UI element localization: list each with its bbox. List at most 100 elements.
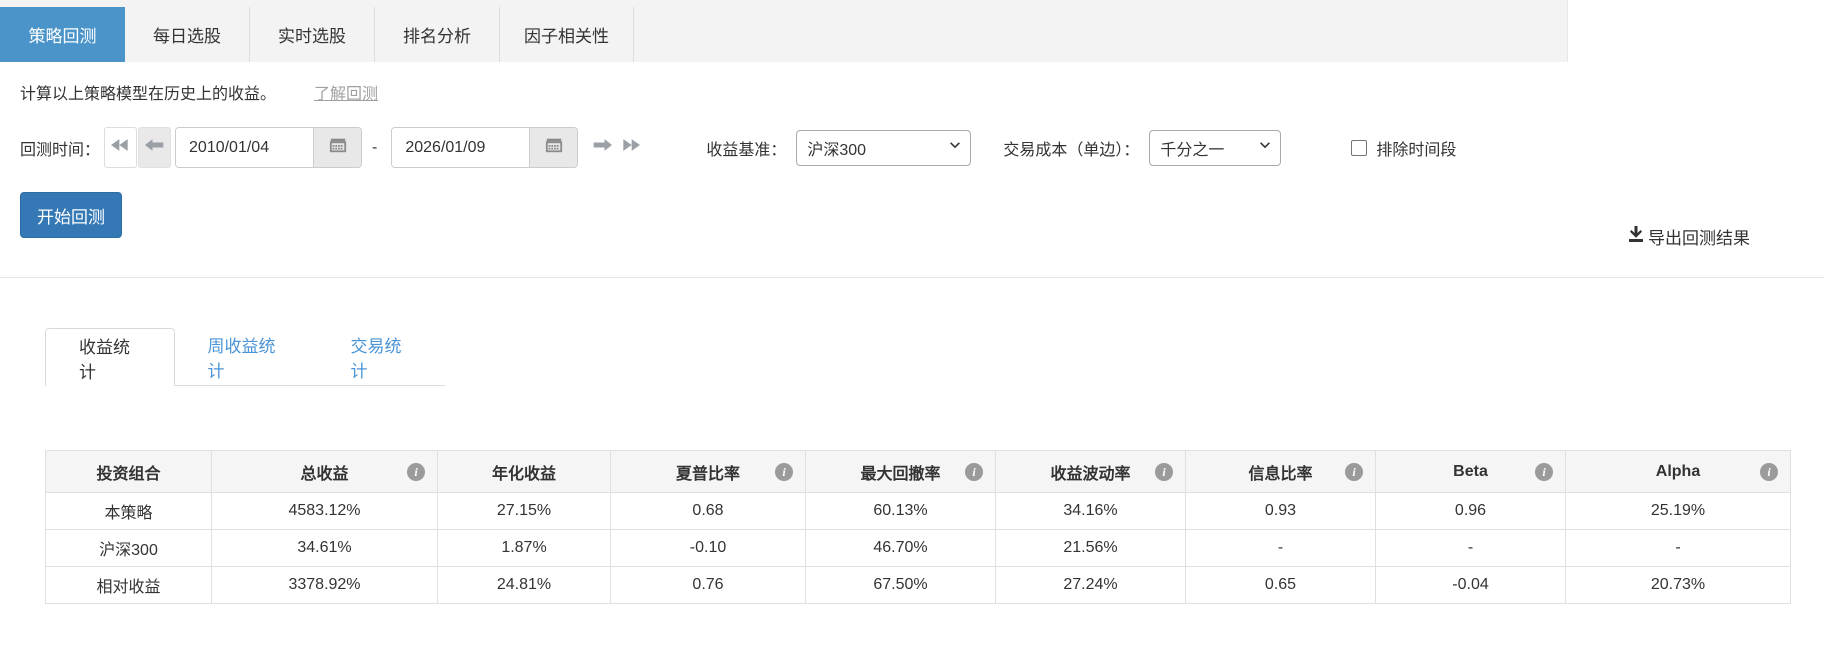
- table-cell: 本策略: [46, 493, 212, 530]
- main-tab-1[interactable]: 每日选股: [125, 7, 250, 62]
- main-tabbar: 策略回测每日选股实时选股排名分析因子相关性: [0, 0, 1568, 62]
- table-cell: 4583.12%: [212, 493, 438, 530]
- table-cell: 相对收益: [46, 567, 212, 604]
- table-cell: 25.19%: [1566, 493, 1791, 530]
- right-arrow-icon: [592, 137, 612, 158]
- info-icon[interactable]: i: [965, 463, 983, 481]
- table-cell: 0.76: [611, 567, 806, 604]
- table-cell: 沪深300: [46, 530, 212, 567]
- info-icon[interactable]: i: [775, 463, 793, 481]
- start-date-group: 2010/01/04: [175, 127, 362, 168]
- calendar-icon: [329, 136, 347, 159]
- date-range-separator: -: [372, 139, 377, 157]
- stats-header-label: 年化收益: [492, 466, 556, 483]
- chevron-down-icon: [1258, 138, 1272, 157]
- main-tab-0[interactable]: 策略回测: [0, 7, 125, 62]
- table-cell: 34.16%: [996, 493, 1186, 530]
- benchmark-label: 收益基准：: [706, 136, 786, 160]
- jump-to-end-button[interactable]: [618, 127, 642, 168]
- main-tab-3[interactable]: 排名分析: [375, 7, 500, 62]
- table-row: 相对收益3378.92%24.81%0.7667.50%27.24%0.65-0…: [46, 567, 1791, 604]
- info-icon[interactable]: i: [407, 463, 425, 481]
- stats-header-cell: 总收益 i: [212, 451, 438, 493]
- stats-header-label: 投资组合: [96, 466, 160, 483]
- backtest-controls-row: 回测时间： 2010/01/04 - 2026/01/09: [20, 127, 1456, 168]
- main-tab-4[interactable]: 因子相关性: [500, 7, 634, 62]
- jump-to-start-button[interactable]: [104, 127, 137, 168]
- table-cell: 46.70%: [806, 530, 996, 567]
- backtest-time-label: 回测时间：: [20, 136, 100, 160]
- result-tabbar: 收益统计周收益统计交易统计: [45, 328, 445, 386]
- stats-header-row: 投资组合总收益i年化收益夏普比率i最大回撤率i收益波动率i信息比率iBetaiA…: [46, 451, 1791, 493]
- exclude-period-label: 排除时间段: [1376, 136, 1456, 160]
- info-icon[interactable]: i: [1535, 463, 1553, 481]
- stats-header-cell: 夏普比率 i: [611, 451, 806, 493]
- stats-header-cell: 最大回撤率 i: [806, 451, 996, 493]
- start-date-input[interactable]: 2010/01/04: [176, 128, 313, 167]
- table-cell: 34.61%: [212, 530, 438, 567]
- info-icon[interactable]: i: [1760, 463, 1778, 481]
- stats-header-cell: 投资组合: [46, 451, 212, 493]
- result-tab-2[interactable]: 交易统计: [317, 328, 445, 385]
- stats-header-label: 夏普比率: [676, 466, 740, 483]
- stats-header-label: Alpha: [1656, 463, 1700, 480]
- result-tab-1[interactable]: 周收益统计: [175, 328, 318, 385]
- info-icon[interactable]: i: [1345, 463, 1363, 481]
- exclude-period-checkbox[interactable]: [1351, 140, 1367, 156]
- table-cell: -: [1566, 530, 1791, 567]
- table-cell: -0.04: [1376, 567, 1566, 604]
- table-cell: -: [1186, 530, 1376, 567]
- stats-header-cell: Betai: [1376, 451, 1566, 493]
- stats-header-label: 信息比率: [1248, 466, 1312, 483]
- stats-table-head: 投资组合总收益i年化收益夏普比率i最大回撤率i收益波动率i信息比率iBetaiA…: [46, 451, 1791, 493]
- table-cell: 3378.92%: [212, 567, 438, 604]
- stats-header-label: 收益波动率: [1050, 466, 1130, 483]
- stats-header-label: 总收益: [300, 466, 348, 483]
- end-date-calendar-button[interactable]: [529, 128, 577, 167]
- stats-table-body: 本策略4583.12%27.15%0.6860.13%34.16%0.930.9…: [46, 493, 1791, 604]
- chevron-down-icon: [948, 138, 962, 157]
- table-row: 本策略4583.12%27.15%0.6860.13%34.16%0.930.9…: [46, 493, 1791, 530]
- table-cell: 20.73%: [1566, 567, 1791, 604]
- table-cell: 0.96: [1376, 493, 1566, 530]
- stats-header-cell: Alpha i: [1566, 451, 1791, 493]
- calendar-icon: [545, 136, 563, 159]
- step-back-button[interactable]: [138, 127, 171, 168]
- table-cell: 21.56%: [996, 530, 1186, 567]
- table-cell: 27.15%: [438, 493, 611, 530]
- run-backtest-button[interactable]: 开始回测: [20, 192, 122, 238]
- table-cell: 0.65: [1186, 567, 1376, 604]
- step-forward-button[interactable]: [590, 127, 614, 168]
- description-text: 计算以上策略模型在历史上的收益。: [20, 80, 276, 104]
- cost-selected-value: 千分之一: [1160, 136, 1224, 160]
- table-cell: 24.81%: [438, 567, 611, 604]
- benchmark-selected-value: 沪深300: [807, 136, 866, 160]
- description-row: 计算以上策略模型在历史上的收益。 了解回测: [20, 80, 378, 104]
- section-divider: [0, 277, 1824, 278]
- export-results-label: 导出回测结果: [1648, 224, 1750, 249]
- stats-table: 投资组合总收益i年化收益夏普比率i最大回撤率i收益波动率i信息比率iBetaiA…: [45, 450, 1791, 604]
- main-tab-2[interactable]: 实时选股: [250, 7, 375, 62]
- double-right-icon: [620, 137, 640, 158]
- stats-header-cell: 年化收益: [438, 451, 611, 493]
- end-date-input[interactable]: 2026/01/09: [392, 128, 529, 167]
- learn-backtest-link[interactable]: 了解回测: [314, 80, 378, 104]
- table-cell: -0.10: [611, 530, 806, 567]
- benchmark-select[interactable]: 沪深300: [796, 130, 971, 166]
- cost-label: 交易成本（单边）：: [1003, 136, 1139, 160]
- table-cell: 27.24%: [996, 567, 1186, 604]
- info-icon[interactable]: i: [1155, 463, 1173, 481]
- stats-header-cell: 收益波动率 i: [996, 451, 1186, 493]
- double-left-icon: [111, 137, 131, 158]
- stats-header-cell: 信息比率 i: [1186, 451, 1376, 493]
- result-tab-0[interactable]: 收益统计: [45, 328, 175, 386]
- table-cell: 1.87%: [438, 530, 611, 567]
- left-arrow-icon: [145, 137, 165, 158]
- table-cell: -: [1376, 530, 1566, 567]
- download-icon: [1626, 224, 1648, 249]
- cost-select[interactable]: 千分之一: [1149, 130, 1281, 166]
- export-results-link[interactable]: 导出回测结果: [1626, 224, 1750, 249]
- stats-header-label: 最大回撤率: [860, 466, 940, 483]
- start-date-calendar-button[interactable]: [313, 128, 361, 167]
- end-date-group: 2026/01/09: [391, 127, 578, 168]
